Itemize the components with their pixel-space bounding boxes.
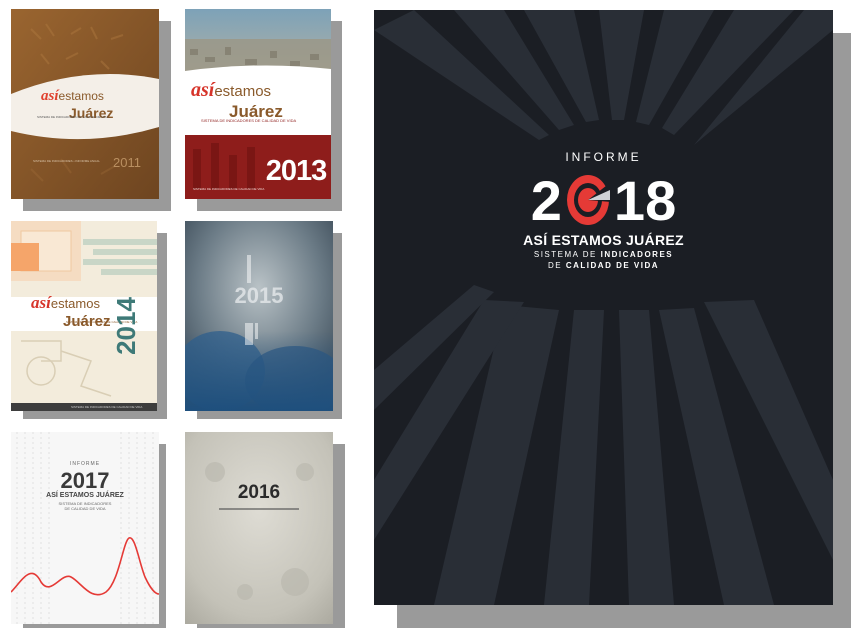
cover-thumbnail-2014[interactable]: asíestamos Juárez SISTEMA DE INDICADORES… — [11, 221, 157, 411]
main-cover-subtitle-2: DE CALIDAD DE VIDA — [547, 261, 660, 270]
main-cover-2018[interactable]: INFORME 2 18 ASÍ ESTAMOS JUÁREZ SISTEMA … — [374, 10, 833, 605]
main-cover-subtitle-1: SISTEMA DE INDICADORES — [533, 250, 674, 259]
cover-2017-kicker: INFORME — [69, 461, 101, 467]
cover-light-rays — [374, 10, 833, 605]
cover-2015-art — [185, 221, 333, 411]
cover-2014-year: 2014 — [111, 297, 141, 355]
cover-2016-art — [185, 432, 333, 624]
cover-thumbnail-2016[interactable]: 2016 — [185, 432, 333, 624]
cover-2013-tagline: SISTEMA DE INDICADORES DE CALIDAD DE VID… — [201, 118, 297, 123]
cover-2014-footer: SISTEMA DE INDICADORES DE CALIDAD DE VID… — [71, 405, 143, 409]
main-cover-title: ASÍ ESTAMOS JUÁREZ — [523, 232, 684, 248]
main-cover-year: 2 18 — [374, 168, 833, 232]
cover-thumbnail-2013[interactable]: asíestamos Juárez SISTEMA DE INDICADORES… — [185, 9, 331, 199]
main-cover-kicker: INFORME — [565, 150, 642, 164]
cover-2017-year: 2017 — [60, 468, 110, 493]
cover-2011-footer: SISTEMA DE INDICADORES • INFORME ANUAL — [33, 159, 100, 163]
cover-2017-title: ASÍ ESTAMOS JUÁREZ — [46, 492, 124, 499]
cover-thumbnail-2017[interactable]: INFORME 2017 ASÍ ESTAMOS JUÁREZ SISTEMA … — [11, 432, 159, 624]
cover-2011-year: 2011 — [113, 155, 141, 170]
cover-2015-year: 2015 — [234, 283, 284, 308]
cover-2013-year: 2013 — [265, 155, 328, 187]
cover-thumbnail-2015[interactable]: 2015 — [185, 221, 333, 411]
cover-2013-footer: SISTEMA DE INDICADORES DE CALIDAD DE VID… — [193, 187, 265, 191]
target-zero-icon — [566, 175, 611, 225]
year-digit-2: 2 — [530, 169, 562, 232]
cover-2013-logo: asíestamos Juárez — [191, 79, 283, 121]
cover-thumbnail-2011[interactable]: asíestamos Juárez SISTEMA DE INDICADORES… — [11, 9, 159, 199]
year-digits-18: 18 — [613, 169, 677, 232]
cover-2011-tagline: SISTEMA DE INDICADORES DE CALIDAD DE VID… — [37, 115, 109, 119]
cover-2016-year: 2016 — [237, 482, 281, 503]
cover-2017-sub2: DE CALIDAD DE VIDA — [64, 506, 106, 511]
